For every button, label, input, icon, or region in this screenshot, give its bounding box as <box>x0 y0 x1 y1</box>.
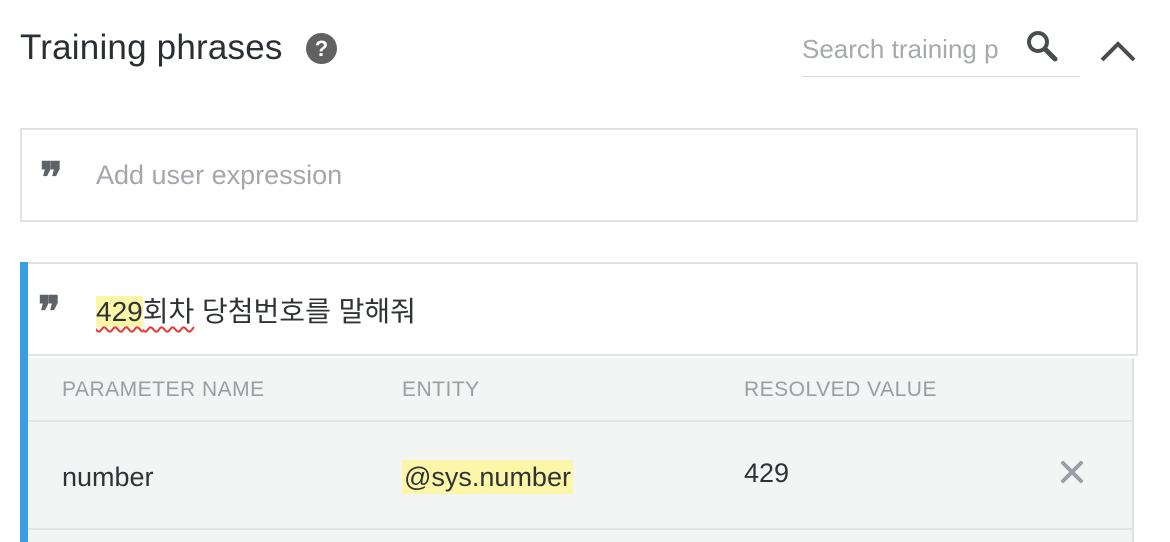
entity-value[interactable]: @sys.number <box>402 460 573 494</box>
quote-icon: ❞ <box>38 287 61 336</box>
section-title: Training phrases <box>20 28 283 67</box>
training-phrases-header: Training phrases ? <box>0 0 1170 100</box>
training-phrase-row[interactable]: ❞ 429회차 당첨번호를 말해줘 <box>28 262 1138 356</box>
column-parameter-name: PARAMETER NAME <box>62 378 265 401</box>
phrase-annotated-number[interactable]: 429 <box>96 296 143 327</box>
column-entity: ENTITY <box>402 378 480 401</box>
phrase-selected-indicator <box>20 262 28 542</box>
training-phrase-text[interactable]: 429회차 당첨번호를 말해줘 <box>96 290 416 330</box>
close-icon[interactable] <box>1058 458 1086 486</box>
search-box <box>802 24 1080 77</box>
parameter-name-cell[interactable]: number <box>62 462 154 493</box>
quote-icon: ❞ <box>40 153 63 202</box>
resolved-value-cell[interactable]: 429 <box>744 458 789 489</box>
search-input[interactable] <box>802 32 1012 66</box>
phrase-rest-text: 당첨번호를 말해줘 <box>194 296 416 327</box>
parameter-table-header: PARAMETER NAME ENTITY RESOLVED VALUE <box>28 358 1132 422</box>
training-phrase-card: ❞ 429회차 당첨번호를 말해줘 PARAMETER NAME ENTITY … <box>20 262 1138 542</box>
help-icon[interactable]: ? <box>306 33 337 64</box>
parameter-table: PARAMETER NAME ENTITY RESOLVED VALUE num… <box>28 358 1134 542</box>
add-expression-row[interactable]: ❞ <box>20 128 1138 222</box>
entity-cell[interactable]: @sys.number <box>402 460 573 494</box>
search-icon[interactable] <box>1024 28 1060 64</box>
phrase-misspelled-word: 회차 <box>142 296 195 327</box>
column-resolved-value: RESOLVED VALUE <box>744 378 937 401</box>
add-user-expression-input[interactable] <box>96 157 1096 193</box>
table-row: number @sys.number 429 <box>28 424 1132 530</box>
chevron-up-icon[interactable] <box>1098 36 1138 66</box>
